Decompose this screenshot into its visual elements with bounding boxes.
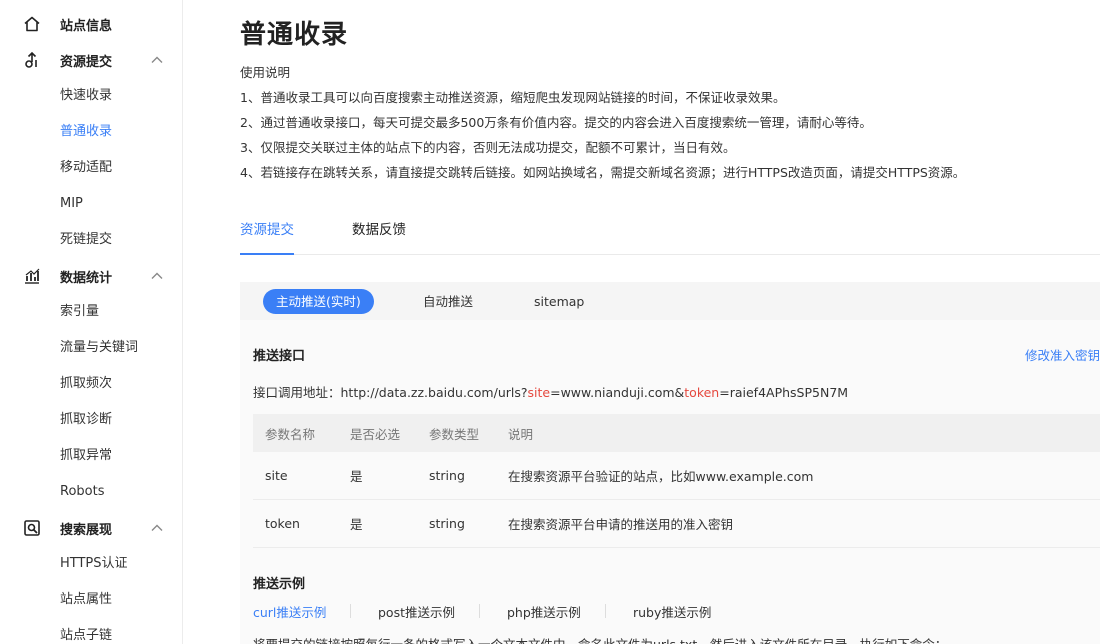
chevron-up-icon[interactable] — [150, 521, 164, 535]
push-api-title: 推送接口 — [253, 349, 306, 364]
header-cell: 说明 — [508, 426, 534, 442]
example-note: 将要提交的链接按照每行一条的格式写入一个文本文件中，命名此文件为urls.txt… — [253, 634, 947, 644]
sidebar-item-fast-index[interactable]: 快速收录 — [0, 78, 182, 114]
usage-line: 4、若链接存在跳转关系，请直接提交跳转后链接。如网站换域名，需提交新域名资源；进… — [240, 165, 966, 180]
chevron-up-icon[interactable] — [150, 269, 164, 283]
sidebar-item-sitelinks[interactable]: 站点子链 — [0, 618, 182, 644]
example-tab-php[interactable]: php推送示例 — [507, 602, 581, 621]
chevron-up-icon[interactable] — [150, 53, 164, 67]
table-cell: site — [265, 468, 288, 483]
push-method-tabs: 主动推送(实时) 自动推送 sitemap — [240, 282, 1100, 320]
tab-divider — [479, 604, 480, 618]
sidebar-item-index-volume[interactable]: 索引量 — [0, 294, 182, 330]
sidebar-group-label: 资源提交 — [60, 54, 113, 70]
sidebar: 站点信息 资源提交 快速收录 普通收录 移动适配 MIP 死链提交 数据统计 索… — [0, 0, 183, 644]
header-cell: 参数名称 — [265, 426, 316, 442]
sidebar-item-mobile-adapt[interactable]: 移动适配 — [0, 150, 182, 186]
sidebar-item-robots[interactable]: Robots — [0, 474, 182, 510]
param-site: site — [527, 385, 551, 400]
sidebar-group-search-display[interactable]: 搜索展现 — [0, 510, 182, 546]
tab-resource-submit[interactable]: 资源提交 — [240, 218, 294, 255]
sidebar-item-https[interactable]: HTTPS认证 — [0, 546, 182, 582]
table-row: token 是 string 在搜索资源平台申请的推送用的准入密钥 — [253, 500, 1100, 548]
tab-data-feedback[interactable]: 数据反馈 — [352, 218, 406, 255]
tab-divider — [605, 604, 606, 618]
sidebar-item-crawl-diagnosis[interactable]: 抓取诊断 — [0, 402, 182, 438]
table-cell: 是 — [350, 517, 363, 532]
subtab-active-push[interactable]: 主动推送(实时) — [263, 289, 374, 314]
main-tabs: 资源提交 数据反馈 — [240, 218, 1100, 255]
sidebar-group-resource-submit[interactable]: 资源提交 — [0, 42, 182, 78]
table-cell: string — [429, 468, 465, 483]
sidebar-item-traffic-keywords[interactable]: 流量与关键词 — [0, 330, 182, 366]
table-header: 参数名称 是否必选 参数类型 说明 — [253, 414, 1100, 452]
table-cell: string — [429, 516, 465, 531]
tab-divider — [350, 604, 351, 618]
table-cell: token — [265, 516, 300, 531]
submit-icon — [22, 50, 42, 70]
home-icon — [22, 14, 42, 34]
example-tab-curl[interactable]: curl推送示例 — [253, 602, 326, 621]
push-content: 推送接口 修改准入密钥 接口调用地址：http://data.zz.baidu.… — [240, 320, 1100, 644]
sidebar-item-dead-link[interactable]: 死链提交 — [0, 222, 182, 258]
main-content: 普通收录 使用说明 1、普通收录工具可以向百度搜索主动推送资源，缩短爬虫发现网站… — [240, 0, 1114, 644]
usage-line: 2、通过普通收录接口，每天可提交最多500万条有价值内容。提交的内容会进入百度搜… — [240, 115, 872, 130]
example-tab-ruby[interactable]: ruby推送示例 — [633, 602, 711, 621]
table-cell: 在搜索资源平台申请的推送用的准入密钥 — [508, 517, 734, 532]
stats-icon — [22, 266, 42, 286]
push-panel: 主动推送(实时) 自动推送 sitemap 推送接口 修改准入密钥 接口调用地址… — [240, 282, 1100, 644]
sidebar-group-data-stats[interactable]: 数据统计 — [0, 258, 182, 294]
sidebar-group-label: 数据统计 — [60, 270, 113, 286]
sidebar-item-crawl-errors[interactable]: 抓取异常 — [0, 438, 182, 474]
header-cell: 是否必选 — [350, 426, 401, 442]
example-tab-post[interactable]: post推送示例 — [378, 602, 455, 621]
page-title: 普通收录 — [240, 20, 349, 50]
sidebar-item-site-attributes[interactable]: 站点属性 — [0, 582, 182, 618]
edit-token-link[interactable]: 修改准入密钥 — [1025, 345, 1100, 364]
subtab-sitemap[interactable]: sitemap — [534, 289, 584, 314]
search-display-icon — [22, 518, 42, 538]
subtab-auto-push[interactable]: 自动推送 — [423, 289, 473, 314]
usage-line: 3、仅限提交关联过主体的站点下的内容，否则无法成功提交，配额不可累计，当日有效。 — [240, 140, 736, 155]
sidebar-item-normal-index[interactable]: 普通收录 — [0, 114, 182, 150]
table-row: site 是 string 在搜索资源平台验证的站点，比如www.example… — [253, 452, 1100, 500]
params-table: 参数名称 是否必选 参数类型 说明 site 是 string 在搜索资源平台验… — [253, 414, 1100, 548]
table-cell: 在搜索资源平台验证的站点，比如www.example.com — [508, 469, 814, 484]
table-cell: 是 — [350, 469, 363, 484]
param-token: token — [684, 385, 720, 400]
sidebar-item-crawl-frequency[interactable]: 抓取频次 — [0, 366, 182, 402]
sidebar-item-mip[interactable]: MIP — [0, 186, 182, 222]
header-cell: 参数类型 — [429, 426, 480, 442]
usage-title: 使用说明 — [240, 65, 291, 80]
push-example-title: 推送示例 — [253, 577, 306, 592]
site-value: =www.nianduji.com& — [550, 385, 685, 400]
sidebar-group-label: 站点信息 — [60, 18, 113, 34]
usage-line: 1、普通收录工具可以向百度搜索主动推送资源，缩短爬虫发现网站链接的时间，不保证收… — [240, 90, 786, 105]
sidebar-group-site-info[interactable]: 站点信息 — [0, 6, 182, 42]
sidebar-group-label: 搜索展现 — [60, 522, 113, 538]
api-url-prefix: 接口调用地址：http://data.zz.baidu.com/urls? — [253, 385, 528, 400]
usage-instructions: 使用说明 1、普通收录工具可以向百度搜索主动推送资源，缩短爬虫发现网站链接的时间… — [240, 64, 965, 189]
api-url[interactable]: 接口调用地址：http://data.zz.baidu.com/urls?sit… — [253, 382, 848, 401]
token-value: =raief4APhsSP5N7M — [719, 385, 849, 400]
